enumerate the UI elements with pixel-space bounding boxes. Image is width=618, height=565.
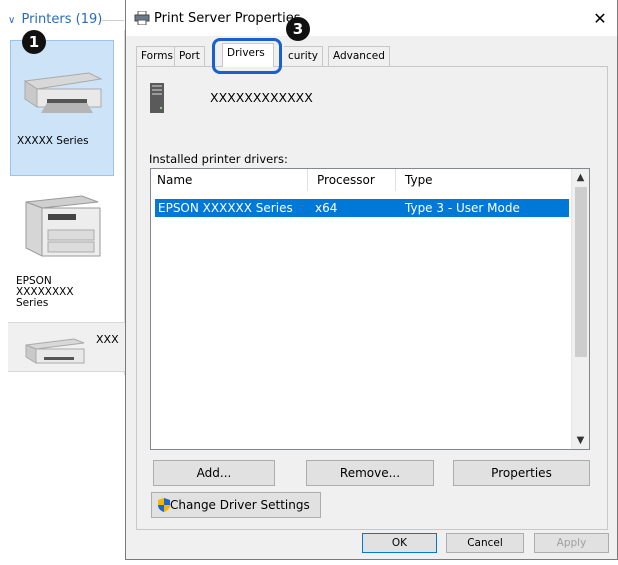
printer-item-label-line: Series	[16, 297, 49, 309]
ok-button[interactable]: OK	[362, 533, 437, 553]
printers-group-header[interactable]: ∨ Printers (19)	[8, 12, 102, 27]
close-button[interactable]: ✕	[591, 9, 609, 28]
printer-item-2[interactable]: EPSON XXXXXXXX Series	[10, 180, 114, 330]
scrollbar-thumb[interactable]	[575, 187, 587, 357]
drag-preview: XXX	[8, 322, 125, 372]
column-divider[interactable]	[395, 169, 396, 191]
tab-advanced[interactable]: Advanced	[328, 46, 390, 66]
server-name: XXXXXXXXXXXX	[210, 90, 313, 105]
title-bar: Print Server Properties ✕	[126, 0, 617, 36]
drag-preview-label: XXX	[96, 333, 119, 346]
printer-item-1[interactable]: XXXXX Series	[10, 40, 114, 176]
printers-group-label: Printers (19)	[21, 12, 103, 27]
dialog-title: Print Server Properties	[154, 11, 301, 26]
divider	[102, 20, 124, 21]
list-header: Name Processor Type	[151, 169, 571, 191]
shield-icon	[158, 498, 170, 512]
step-3-badge: 3	[286, 17, 310, 41]
column-header-type[interactable]: Type	[399, 173, 433, 187]
printer-icon	[25, 195, 101, 257]
vertical-scrollbar[interactable]: ▲ ▼	[571, 169, 589, 449]
table-row[interactable]: EPSON XXXXXX Series x64 Type 3 - User Mo…	[155, 199, 569, 217]
printer-item-label: XXXXX Series	[17, 135, 89, 147]
installed-drivers-label: Installed printer drivers:	[149, 152, 288, 166]
printer-icon	[25, 338, 85, 364]
printer-icon	[134, 11, 150, 25]
tab-security[interactable]: curity	[284, 46, 323, 66]
add-button[interactable]: Add...	[153, 460, 275, 486]
drivers-list[interactable]: Name Processor Type EPSON XXXXXX Series …	[150, 168, 590, 450]
chevron-down-icon: ∨	[8, 15, 16, 26]
properties-button[interactable]: Properties	[453, 460, 590, 486]
column-header-name[interactable]: Name	[151, 173, 192, 187]
printers-panel: ∨ Printers (19) XXXXX Series EPSON XXXXX…	[0, 0, 125, 565]
step-1-badge: 1	[22, 30, 46, 54]
change-driver-settings-label: Change Driver Settings	[170, 498, 310, 512]
tab-port[interactable]: Port	[174, 46, 205, 66]
apply-button[interactable]: Apply	[534, 533, 609, 553]
scroll-up-arrow-icon[interactable]: ▲	[572, 169, 589, 186]
cancel-button[interactable]: Cancel	[446, 533, 524, 553]
column-header-processor[interactable]: Processor	[311, 173, 375, 187]
change-driver-settings-button[interactable]: Change Driver Settings	[151, 492, 321, 518]
tab-forms[interactable]: Forms	[136, 46, 178, 66]
driver-name-cell: EPSON XXXXXX Series	[158, 201, 293, 215]
driver-processor-cell: x64	[315, 201, 338, 215]
scroll-down-arrow-icon[interactable]: ▼	[572, 432, 589, 449]
remove-button[interactable]: Remove...	[306, 460, 434, 486]
printer-icon	[23, 72, 103, 113]
tab-drivers[interactable]: Drivers	[222, 43, 274, 67]
column-divider[interactable]	[307, 169, 308, 191]
print-server-properties-dialog: Print Server Properties ✕ Forms Port Dri…	[125, 0, 618, 560]
driver-type-cell: Type 3 - User Mode	[405, 201, 520, 215]
server-icon	[150, 83, 164, 113]
